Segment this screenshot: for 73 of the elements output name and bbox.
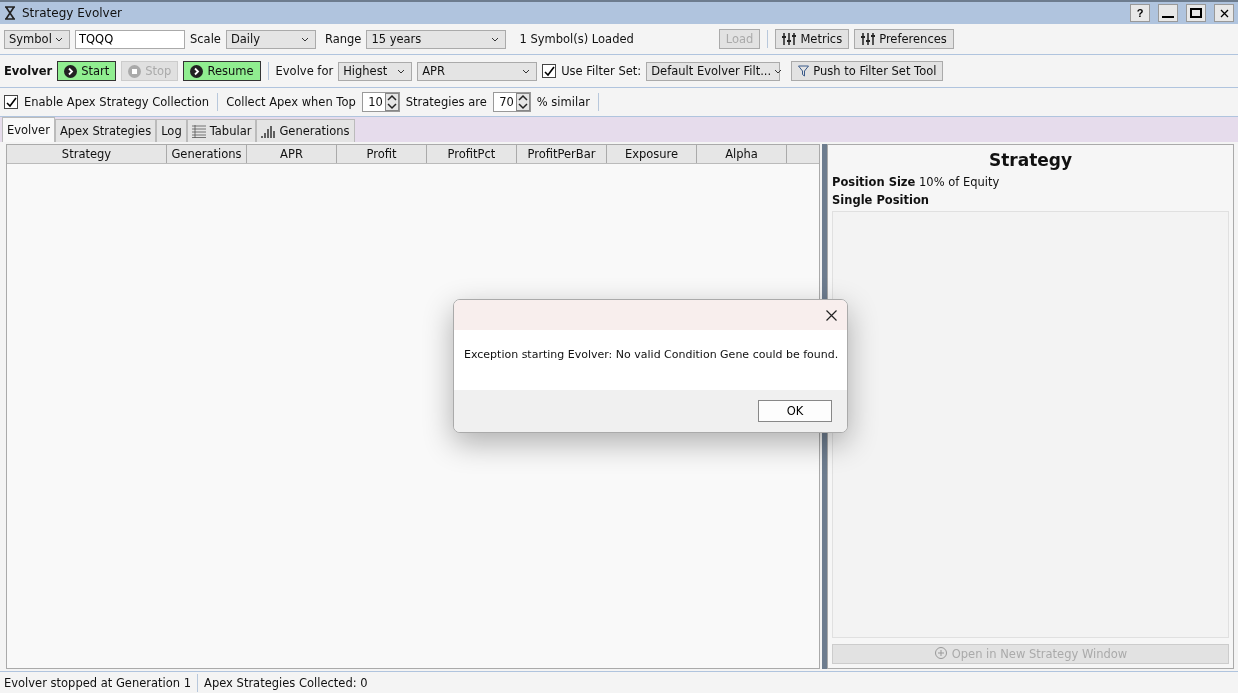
caret-icon [774,68,783,74]
error-message: Exception starting Evolver: No valid Condition Gene could be found. [463,347,840,363]
tab[interactable]: Generations [256,119,355,142]
ok-button[interactable]: OK [758,400,832,422]
metric-dropdown[interactable]: APR [417,61,538,81]
symbol-input[interactable]: TQQQ [75,29,185,49]
position-size-label: Position Size [832,175,916,189]
metrics-button[interactable]: Metrics [775,29,850,49]
enable-apex-label: Enable Apex Strategy Collection [24,95,210,109]
window-title: Strategy Evolver [22,6,122,20]
enable-apex-checkbox[interactable] [4,95,18,109]
top-count-spinner[interactable]: 10 [361,92,400,112]
column-header[interactable]: Alpha [697,145,787,163]
maximize-icon [1190,8,1202,18]
spin-arrows-icon[interactable] [515,93,530,111]
status-text: Evolver stopped at Generation 1 [4,675,192,690]
position-mode-text: Single Position [832,193,930,207]
help-button[interactable]: ? [1130,4,1150,22]
tab[interactable]: Log [156,119,187,142]
bar-chart-icon [261,124,276,138]
use-filter-set-label: Use Filter Set: [561,64,642,78]
stop-icon [128,64,142,78]
play-icon [190,64,204,78]
scale-dropdown[interactable]: Daily [225,29,316,49]
strategy-title: Strategy [987,149,1074,172]
similarity-spinner[interactable]: 70 [492,92,531,112]
evolver-action-button[interactable]: Resume [183,61,261,81]
sliders-icon [861,32,876,46]
preferences-button[interactable]: Preferences [854,29,954,49]
filter-icon [798,65,810,77]
scale-label: Scale [190,32,221,46]
use-filter-set-checkbox[interactable] [542,64,557,78]
column-header[interactable]: ProfitPerBar [517,145,607,163]
play-icon [64,64,78,78]
strategies-are-label: Strategies are [405,95,487,109]
evolver-action-button[interactable]: Start [57,61,117,81]
caret-icon [55,36,63,42]
hourglass-icon [4,6,16,20]
minimize-icon [1162,15,1174,18]
column-header[interactable]: Exposure [607,145,697,163]
close-button[interactable] [1214,4,1234,22]
tab[interactable]: Tabular [186,119,257,142]
tab[interactable]: Evolver [2,117,55,142]
similar-label: % similar [536,95,590,109]
symbols-loaded-text: 1 Symbol(s) Loaded [519,32,634,46]
maximize-button[interactable] [1186,4,1206,22]
symbol-dropdown[interactable]: Symbol [4,29,70,49]
column-header[interactable]: Strategy [7,145,167,163]
direction-dropdown[interactable]: Highest [338,61,413,81]
evolver-label: Evolver [4,64,53,78]
caret-icon [491,36,500,42]
push-to-filter-set-button[interactable]: Push to Filter Set Tool [791,61,944,81]
range-dropdown[interactable]: 15 years [366,29,507,49]
tab[interactable]: Apex Strategies [54,119,157,142]
filter-set-dropdown[interactable]: Default Evolver Filt... [646,61,781,81]
range-label: Range [324,32,362,46]
close-icon[interactable] [826,309,837,321]
collect-apex-label: Collect Apex when Top [226,95,356,109]
column-header[interactable]: APR [247,145,337,163]
caret-icon [522,68,531,74]
sliders-icon [782,32,797,46]
caret-icon [397,68,406,74]
column-header[interactable]: Profit [337,145,427,163]
column-header[interactable]: ProfitPct [427,145,517,163]
status-text: Apex Strategies Collected: 0 [204,675,368,690]
column-header[interactable]: Generations [167,145,247,163]
table-icon [191,124,206,138]
spin-arrows-icon[interactable] [384,93,399,111]
position-size-value: 10% of Equity [919,175,1000,189]
close-icon [1219,8,1229,18]
evolve-for-label: Evolve for [275,64,334,78]
minimize-button[interactable] [1158,4,1178,22]
caret-icon [300,36,309,42]
